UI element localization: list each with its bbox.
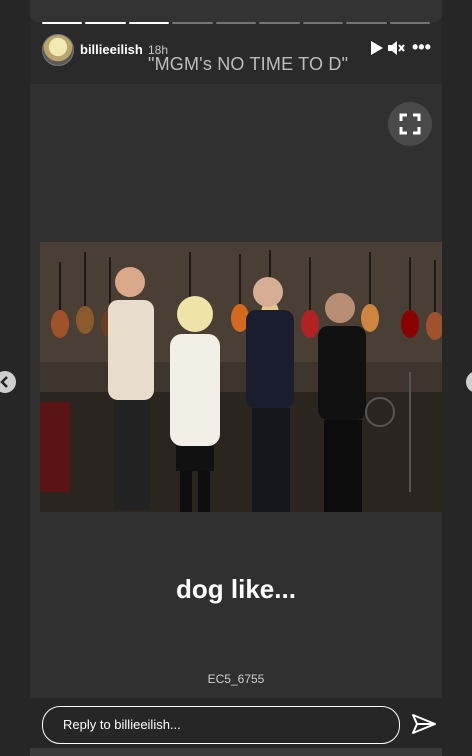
next-story-button[interactable] [466, 371, 472, 393]
photo-credit: EC5_6755 [207, 672, 265, 686]
progress-segment [346, 22, 387, 24]
progress-segment [389, 22, 430, 24]
expand-button[interactable] [388, 102, 432, 146]
story-progress [42, 22, 430, 25]
avatar[interactable] [42, 34, 74, 66]
story-content: dog like... EC5_6755 [30, 84, 442, 698]
chevron-left-icon [0, 376, 8, 388]
progress-segment [42, 22, 83, 24]
mute-icon[interactable] [386, 38, 406, 58]
next-story-strip [30, 748, 442, 756]
progress-segment [128, 22, 170, 24]
overlay-title: "MGM's NO TIME TO D" [148, 54, 349, 74]
story-caption: dog like... [176, 574, 296, 604]
progress-segment [172, 22, 213, 24]
previous-story-strip [30, 0, 442, 22]
reply-input[interactable]: Reply to billieeilish... [42, 706, 400, 744]
send-icon[interactable] [410, 710, 438, 738]
person-1 [108, 267, 154, 510]
reply-placeholder: Reply to billieeilish... [63, 717, 181, 732]
chevron-right-icon [466, 371, 472, 393]
more-options-icon[interactable]: ••• [412, 38, 432, 58]
story-viewer: billieeilish 18h "MGM's NO TIME TO D" ••… [30, 22, 442, 698]
progress-segment [215, 22, 257, 24]
expand-icon [399, 113, 421, 135]
progress-segment [302, 22, 344, 24]
previous-story-button[interactable] [0, 371, 16, 393]
story-photo [40, 242, 442, 512]
story-header: billieeilish 18h "MGM's NO TIME TO D" ••… [30, 32, 442, 74]
username[interactable]: billieeilish [80, 42, 143, 57]
play-icon[interactable] [366, 38, 386, 58]
progress-segment [259, 22, 300, 24]
progress-segment [85, 22, 126, 24]
person-3 [246, 277, 294, 512]
